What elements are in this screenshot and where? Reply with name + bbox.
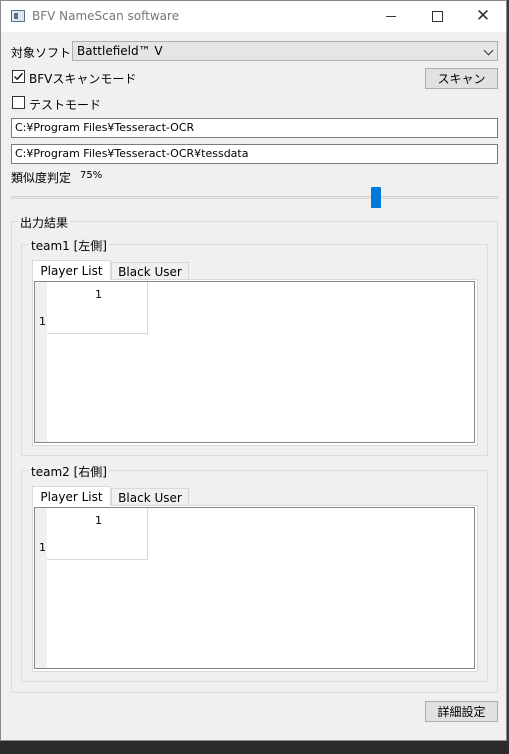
target-software-value: Battlefield™ V xyxy=(77,44,163,58)
tesseract-path-input[interactable]: C:¥Program Files¥Tesseract-OCR xyxy=(11,118,498,138)
similarity-label: 類似度判定 xyxy=(11,171,72,185)
scan-button[interactable]: スキャン xyxy=(425,68,498,89)
target-software-label: 対象ソフト: xyxy=(11,46,76,60)
app-icon xyxy=(11,10,25,22)
title-bar[interactable]: BFV NameScan software ✕ xyxy=(1,1,506,32)
tab-label: Black User xyxy=(118,490,182,505)
maximize-button[interactable] xyxy=(414,1,460,32)
team2-tab-player-list[interactable]: Player List xyxy=(32,486,111,506)
test-mode-checkbox[interactable] xyxy=(12,96,25,109)
column-header: 1 xyxy=(95,288,102,301)
team1-tab-player-list[interactable]: Player List xyxy=(32,260,111,280)
team1-player-grid[interactable]: 1 1 xyxy=(34,281,475,443)
target-software-select[interactable]: Battlefield™ V xyxy=(72,41,498,61)
test-mode-label: テストモード xyxy=(29,98,102,112)
advanced-settings-button[interactable]: 詳細設定 xyxy=(425,701,498,722)
minimize-button[interactable] xyxy=(368,1,414,32)
checkmark-icon xyxy=(13,72,24,81)
team2-tab-black-user[interactable]: Black User xyxy=(111,488,189,506)
close-icon: ✕ xyxy=(475,6,491,26)
team1-title: team1 [左側] xyxy=(29,237,109,254)
row-header: 1 xyxy=(39,541,46,554)
row-header-strip xyxy=(35,282,47,442)
scan-mode-checkbox[interactable] xyxy=(12,70,25,83)
app-window: BFV NameScan software ✕ 対象ソフト: Battlefie… xyxy=(0,0,507,741)
tab-label: Player List xyxy=(40,489,103,504)
similarity-slider-track[interactable] xyxy=(11,196,498,199)
tab-label: Player List xyxy=(40,263,103,278)
tessdata-path-input[interactable]: C:¥Program Files¥Tesseract-OCR¥tessdata xyxy=(11,144,498,164)
scan-mode-label: BFVスキャンモード xyxy=(29,72,137,86)
output-title: 出力結果 xyxy=(18,214,71,231)
minimize-icon xyxy=(386,16,396,17)
row-header-strip xyxy=(35,508,47,668)
column-header: 1 xyxy=(95,514,102,527)
similarity-value: 75% xyxy=(80,170,103,181)
close-button[interactable]: ✕ xyxy=(460,1,506,32)
taskbar-strip xyxy=(0,741,509,754)
row-header: 1 xyxy=(39,315,46,328)
scan-button-label: スキャン xyxy=(437,72,486,86)
team1-tab-black-user[interactable]: Black User xyxy=(111,262,189,280)
advanced-settings-label: 詳細設定 xyxy=(437,705,486,719)
maximize-icon xyxy=(431,11,443,22)
team2-title: team2 [右側] xyxy=(29,463,109,480)
dropdown-arrow-icon xyxy=(483,45,494,56)
similarity-slider-thumb[interactable] xyxy=(371,187,382,208)
tab-label: Black User xyxy=(118,264,182,279)
window-title: BFV NameScan software xyxy=(32,9,180,23)
team2-player-grid[interactable]: 1 1 xyxy=(34,507,475,669)
